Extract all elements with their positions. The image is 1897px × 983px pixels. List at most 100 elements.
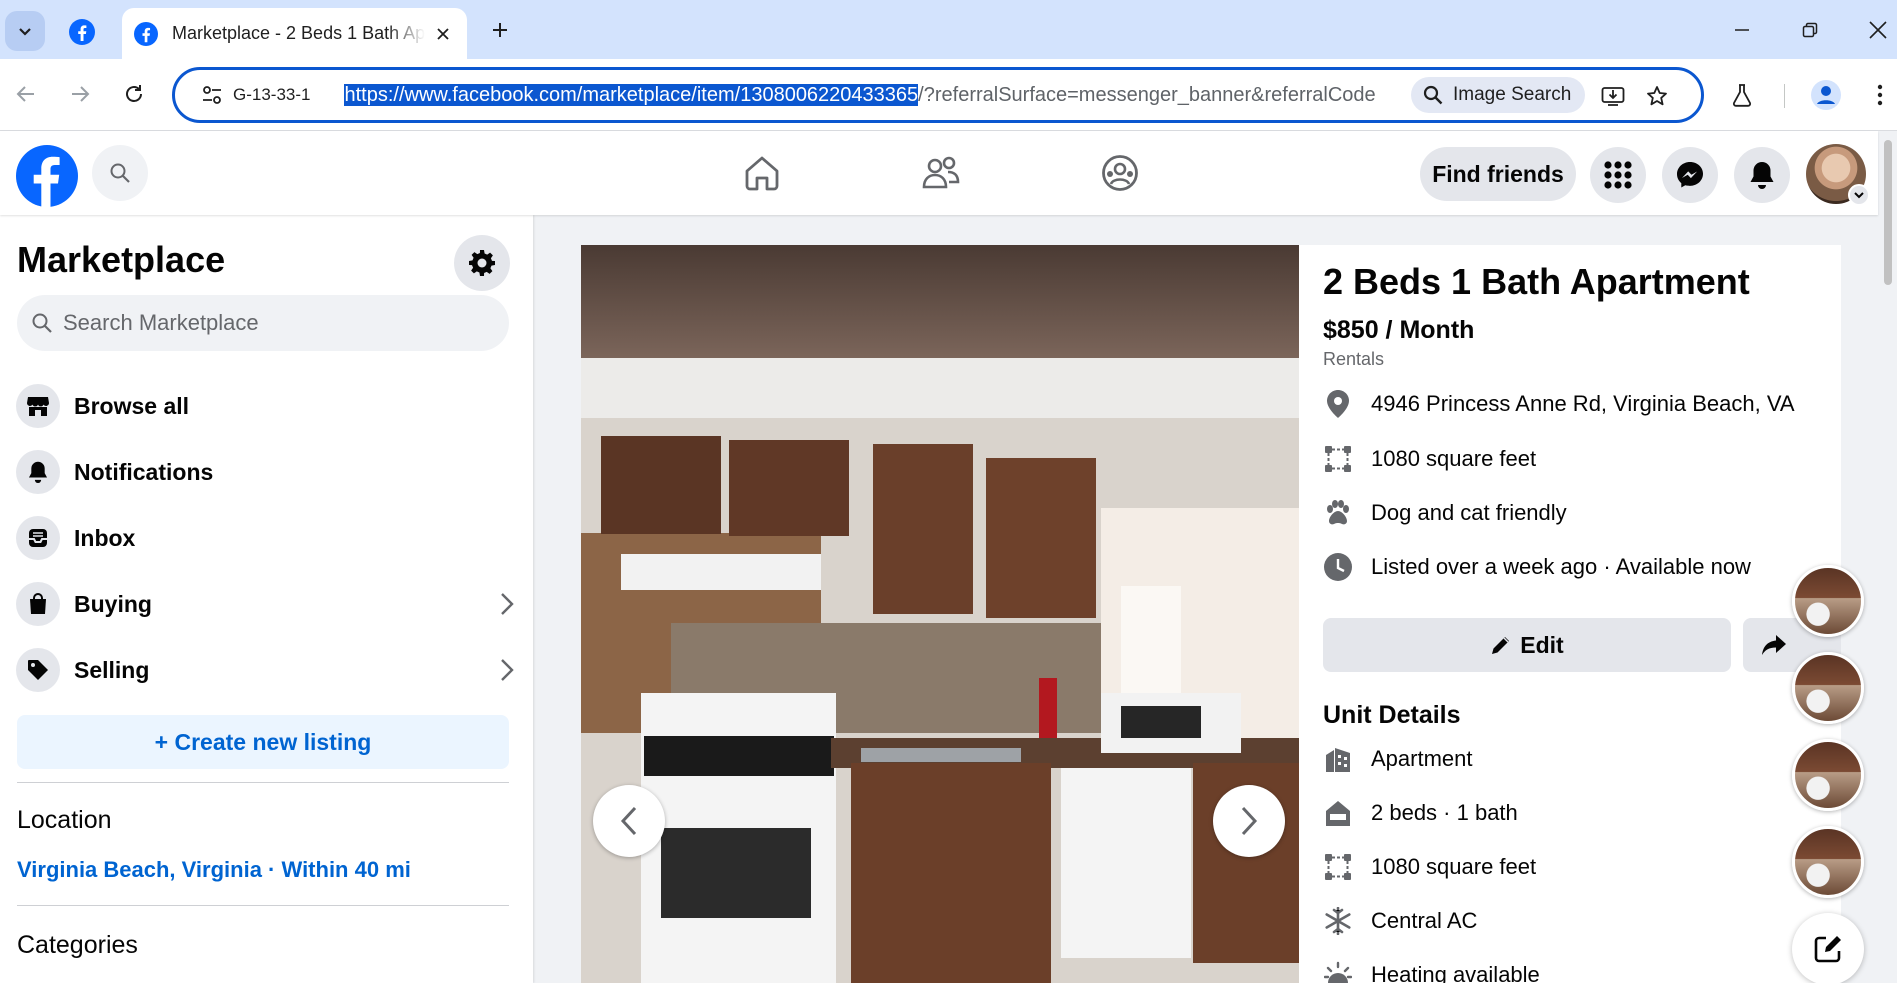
sidebar-item-notifications[interactable]: Notifications [10,442,520,502]
snowflake-icon [1323,906,1353,936]
previous-photo-button[interactable] [593,785,665,857]
unit-detail-size: 1080 square feet [1323,850,1536,884]
facebook-header: Find friends [0,131,1878,215]
close-tab-icon[interactable] [431,22,455,46]
divider [17,782,509,783]
next-photo-button[interactable] [1213,785,1285,857]
flask-icon [1732,84,1752,107]
square-feet-icon [1323,444,1353,474]
profile-button[interactable] [1806,75,1846,115]
sidebar-item-buying[interactable]: Buying [10,574,520,634]
messenger-icon [1677,162,1703,188]
reload-button[interactable] [114,74,154,114]
browser-toolbar: G-13-33-1 https://www.facebook.com/marke… [0,59,1897,131]
create-new-listing-button[interactable]: + Create new listing [17,715,509,769]
listing-photo-viewer [581,245,1299,983]
storefront-icon [16,384,60,428]
site-info-chip[interactable]: G-13-33-1 [191,78,320,112]
gear-icon [469,250,495,276]
page-scrollbar[interactable] [1884,140,1892,285]
account-avatar[interactable] [1806,144,1870,206]
fact-text[interactable]: 4946 Princess Anne Rd, Virginia Beach, V… [1371,391,1795,417]
chevron-right-icon [501,659,514,681]
bookmark-star-button[interactable] [1641,80,1673,112]
minimize-window-button[interactable] [1722,10,1762,50]
home-icon [745,156,779,191]
facebook-favicon-icon [69,19,95,45]
marketplace-settings-button[interactable] [454,235,510,291]
chat-head[interactable] [1792,826,1864,898]
location-filter-link[interactable]: Virginia Beach, Virginia · Within 40 mi [17,857,411,883]
listing-category-link[interactable]: Rentals [1323,349,1384,370]
chat-head[interactable] [1792,565,1864,637]
install-app-button[interactable] [1597,80,1629,112]
url-selected-text: https://www.facebook.com/marketplace/ite… [344,83,919,106]
grid-menu-icon [1604,161,1632,189]
find-friends-button[interactable]: Find friends [1420,147,1576,201]
nav-groups[interactable] [1096,149,1144,197]
back-button[interactable] [6,74,46,114]
url-query-text: /?referralSurface=messenger_banner&refer… [918,83,1376,106]
inbox-icon [16,516,60,560]
nav-friends[interactable] [917,149,965,197]
edit-listing-button[interactable]: Edit [1323,618,1731,672]
profile-icon [1811,80,1841,110]
unit-detail-heating: Heating available [1323,958,1540,983]
listing-title: 2 Beds 1 Bath Apartment [1323,261,1750,302]
url-text[interactable]: https://www.facebook.com/marketplace/ite… [344,83,1422,107]
chat-head[interactable] [1792,739,1864,811]
image-search-button[interactable]: Image Search [1411,77,1586,113]
sidebar-item-browse-all[interactable]: Browse all [10,376,520,436]
restore-window-button[interactable] [1790,10,1830,50]
sidebar-title: Marketplace [17,239,226,280]
listing-fact-availability: Listed over a week ago · Available now [1323,550,1751,584]
labs-button[interactable] [1722,75,1762,115]
fact-text: Listed over a week ago · Available now [1371,554,1751,579]
sidebar-item-selling[interactable]: Selling [10,640,520,700]
tab-search-button[interactable] [5,11,45,51]
facebook-logo-icon[interactable] [16,145,78,207]
unit-detail-text: 2 beds · 1 bath [1371,800,1518,825]
unit-detail-rooms: 2 beds · 1 bath [1323,796,1518,830]
marketplace-sidebar: Marketplace Browse all Notifications Inb… [0,215,533,983]
browser-menu-button[interactable] [1860,75,1897,115]
building-icon [1323,744,1353,774]
marketplace-search-input[interactable] [63,310,483,336]
chevron-left-icon [620,806,637,836]
unit-detail-type: Apartment [1323,742,1473,776]
friends-icon [922,156,960,189]
address-bar[interactable]: G-13-33-1 https://www.facebook.com/marke… [172,67,1704,123]
new-message-button[interactable] [1792,913,1864,983]
listing-details-panel: 2 Beds 1 Bath Apartment $850 / Month Ren… [1299,245,1841,983]
messenger-button[interactable] [1662,147,1718,203]
search-icon [32,313,52,333]
listing-photo [581,358,1299,983]
listing-price: $850 / Month [1323,316,1475,344]
chevron-right-icon [1241,806,1258,836]
chevron-down-icon [19,28,31,36]
sidebar-item-inbox[interactable]: Inbox [10,508,520,568]
chat-head[interactable] [1792,652,1864,724]
menu-button[interactable] [1590,147,1646,203]
nav-home[interactable] [738,149,786,197]
unit-details-heading: Unit Details [1323,701,1461,729]
unit-detail-text: 1080 square feet [1371,854,1537,879]
listing-fact-size: 1080 square feet [1323,442,1536,476]
close-window-button[interactable] [1858,10,1897,50]
unit-detail-text: Heating available [1371,962,1540,983]
location-pin-icon [1323,389,1353,419]
install-icon [1601,87,1625,106]
facebook-search-button[interactable] [92,145,148,201]
photo-blur-background [581,245,1299,358]
pinned-tab-facebook[interactable] [62,12,102,52]
new-tab-button[interactable] [482,12,518,48]
site-chip-label: G-13-33-1 [233,85,311,104]
forward-button[interactable] [60,74,100,114]
tab-marketplace[interactable]: Marketplace - 2 Beds 1 Bath Ap [122,8,467,59]
arrow-right-icon [72,86,90,102]
pencil-icon [1492,637,1510,654]
marketplace-search[interactable] [17,295,509,351]
notifications-button[interactable] [1734,147,1790,203]
paw-icon [1323,498,1353,528]
fact-text: 1080 square feet [1371,446,1537,471]
